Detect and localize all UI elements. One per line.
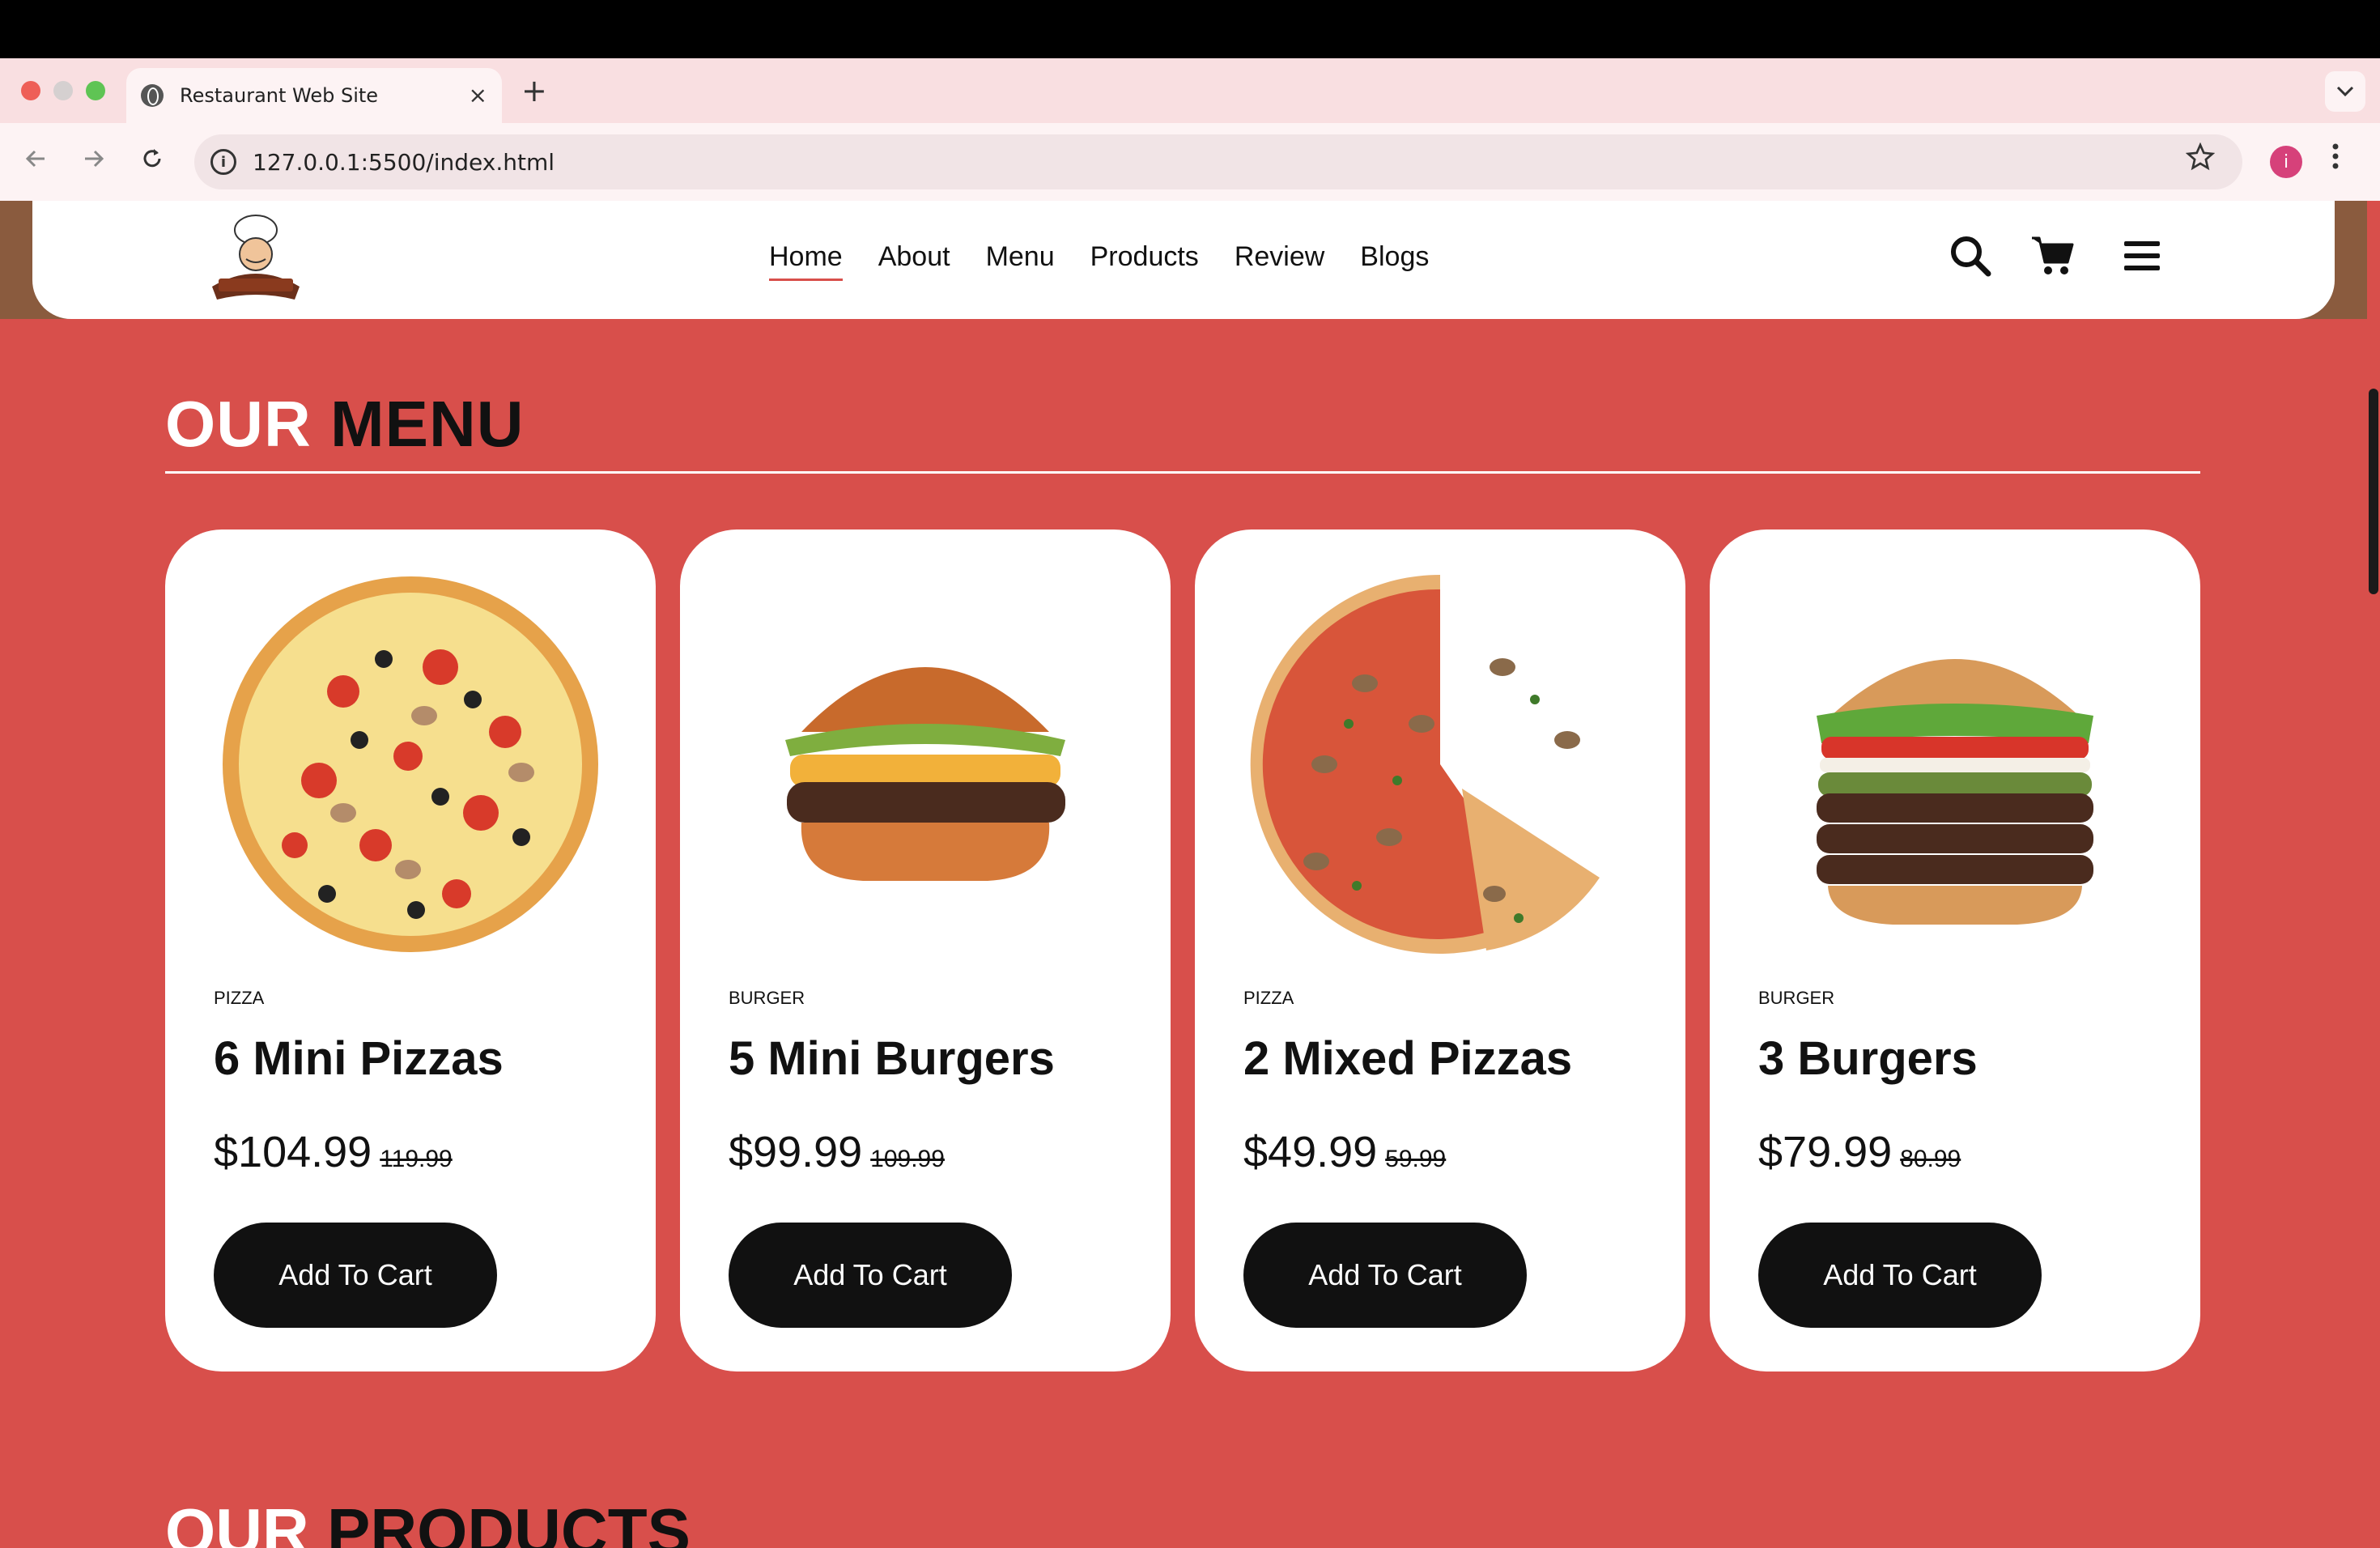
arrow-right-icon [85, 150, 104, 168]
burger-image [785, 667, 1065, 881]
reload-icon [143, 149, 161, 168]
card-category: BURGER [729, 988, 805, 1008]
new-tab-button[interactable]: + [521, 74, 547, 107]
current-price: $99.99 [729, 1128, 863, 1176]
web-page: Home About Menu Products Review Blogs OU… [0, 201, 2367, 1548]
macos-menubar [0, 0, 2380, 58]
nav-about[interactable]: About [878, 241, 950, 281]
card-category: PIZZA [1243, 988, 1294, 1008]
old-price: 109.99 [870, 1146, 945, 1172]
profile-avatar[interactable]: i [2270, 146, 2302, 178]
triple-burger-image [1817, 659, 2093, 925]
nav-review[interactable]: Review [1235, 241, 1324, 281]
chevron-down-icon [2336, 86, 2354, 97]
browser-menu-button[interactable] [2331, 142, 2340, 179]
more-vertical-icon [2332, 143, 2339, 169]
maximize-window-button[interactable] [86, 81, 105, 100]
forward-button[interactable] [76, 144, 112, 180]
nav-menu[interactable]: Menu [986, 241, 1055, 281]
star-icon [2185, 142, 2216, 171]
card-title: 5 Mini Burgers [729, 1032, 1055, 1085]
menu-card: BURGER 3 Burgers $79.99 80.99 Add To Cart [1710, 529, 2200, 1372]
add-to-cart-button[interactable]: Add To Cart [729, 1223, 1012, 1328]
nav-products[interactable]: Products [1090, 241, 1199, 281]
arrow-left-icon [25, 150, 45, 168]
main-nav: Home About Menu Products Review Blogs [769, 241, 1429, 281]
card-title: 2 Mixed Pizzas [1243, 1032, 1573, 1085]
add-to-cart-button[interactable]: Add To Cart [1243, 1223, 1527, 1328]
url-text[interactable]: 127.0.0.1:5500/index.html [253, 149, 555, 176]
current-price: $79.99 [1758, 1128, 1893, 1176]
card-category: PIZZA [214, 988, 265, 1008]
nav-home[interactable]: Home [769, 241, 843, 281]
close-window-button[interactable] [21, 81, 40, 100]
menu-section-title: OUR MENU [165, 388, 525, 460]
card-price: $99.99 109.99 [729, 1127, 945, 1177]
site-header: Home About Menu Products Review Blogs [32, 201, 2335, 319]
card-category: BURGER [1758, 988, 1835, 1008]
reload-button[interactable] [134, 144, 170, 180]
browser-tab[interactable]: Restaurant Web Site × [126, 68, 502, 123]
menu-card: PIZZA 6 Mini Pizzas $104.99 119.99 Add To… [165, 529, 656, 1372]
current-price: $49.99 [1243, 1128, 1378, 1176]
cart-icon[interactable] [2029, 232, 2077, 280]
pizza-sliced-image [1250, 574, 1600, 954]
add-to-cart-button[interactable]: Add To Cart [214, 1223, 497, 1328]
search-icon[interactable] [1946, 232, 1995, 280]
old-price: 80.99 [1900, 1146, 1961, 1172]
card-price: $79.99 80.99 [1758, 1127, 1961, 1177]
card-price: $104.99 119.99 [214, 1127, 453, 1177]
bookmark-star-button[interactable] [2185, 142, 2216, 181]
nav-blogs[interactable]: Blogs [1360, 241, 1429, 281]
tab-search-button[interactable] [2325, 71, 2365, 112]
old-price: 119.99 [380, 1146, 453, 1172]
back-button[interactable] [18, 144, 53, 180]
address-bar[interactable]: i 127.0.0.1:5500/index.html [194, 134, 2242, 189]
scrollbar-thumb[interactable] [2369, 389, 2378, 594]
menu-card: BURGER 5 Mini Burgers $99.99 109.99 Add T… [680, 529, 1171, 1372]
add-to-cart-button[interactable]: Add To Cart [1758, 1223, 2042, 1328]
products-section-title: OUR PRODUCTS [165, 1495, 691, 1548]
card-title: 6 Mini Pizzas [214, 1032, 504, 1085]
current-price: $104.99 [214, 1128, 372, 1176]
pizza-image [223, 576, 598, 952]
title-divider [165, 471, 2200, 474]
globe-icon [141, 84, 164, 107]
close-tab-icon[interactable]: × [469, 84, 487, 107]
tab-title: Restaurant Web Site [180, 84, 379, 107]
chefs-place-logo[interactable] [207, 212, 304, 303]
old-price: 59.99 [1385, 1146, 1447, 1172]
info-icon[interactable]: i [210, 149, 236, 175]
hamburger-menu-icon[interactable] [2118, 232, 2166, 280]
minimize-window-button[interactable] [53, 81, 73, 100]
menu-card: PIZZA 2 Mixed Pizzas $49.99 59.99 Add To … [1195, 529, 1685, 1372]
card-title: 3 Burgers [1758, 1032, 1978, 1085]
card-price: $49.99 59.99 [1243, 1127, 1446, 1177]
